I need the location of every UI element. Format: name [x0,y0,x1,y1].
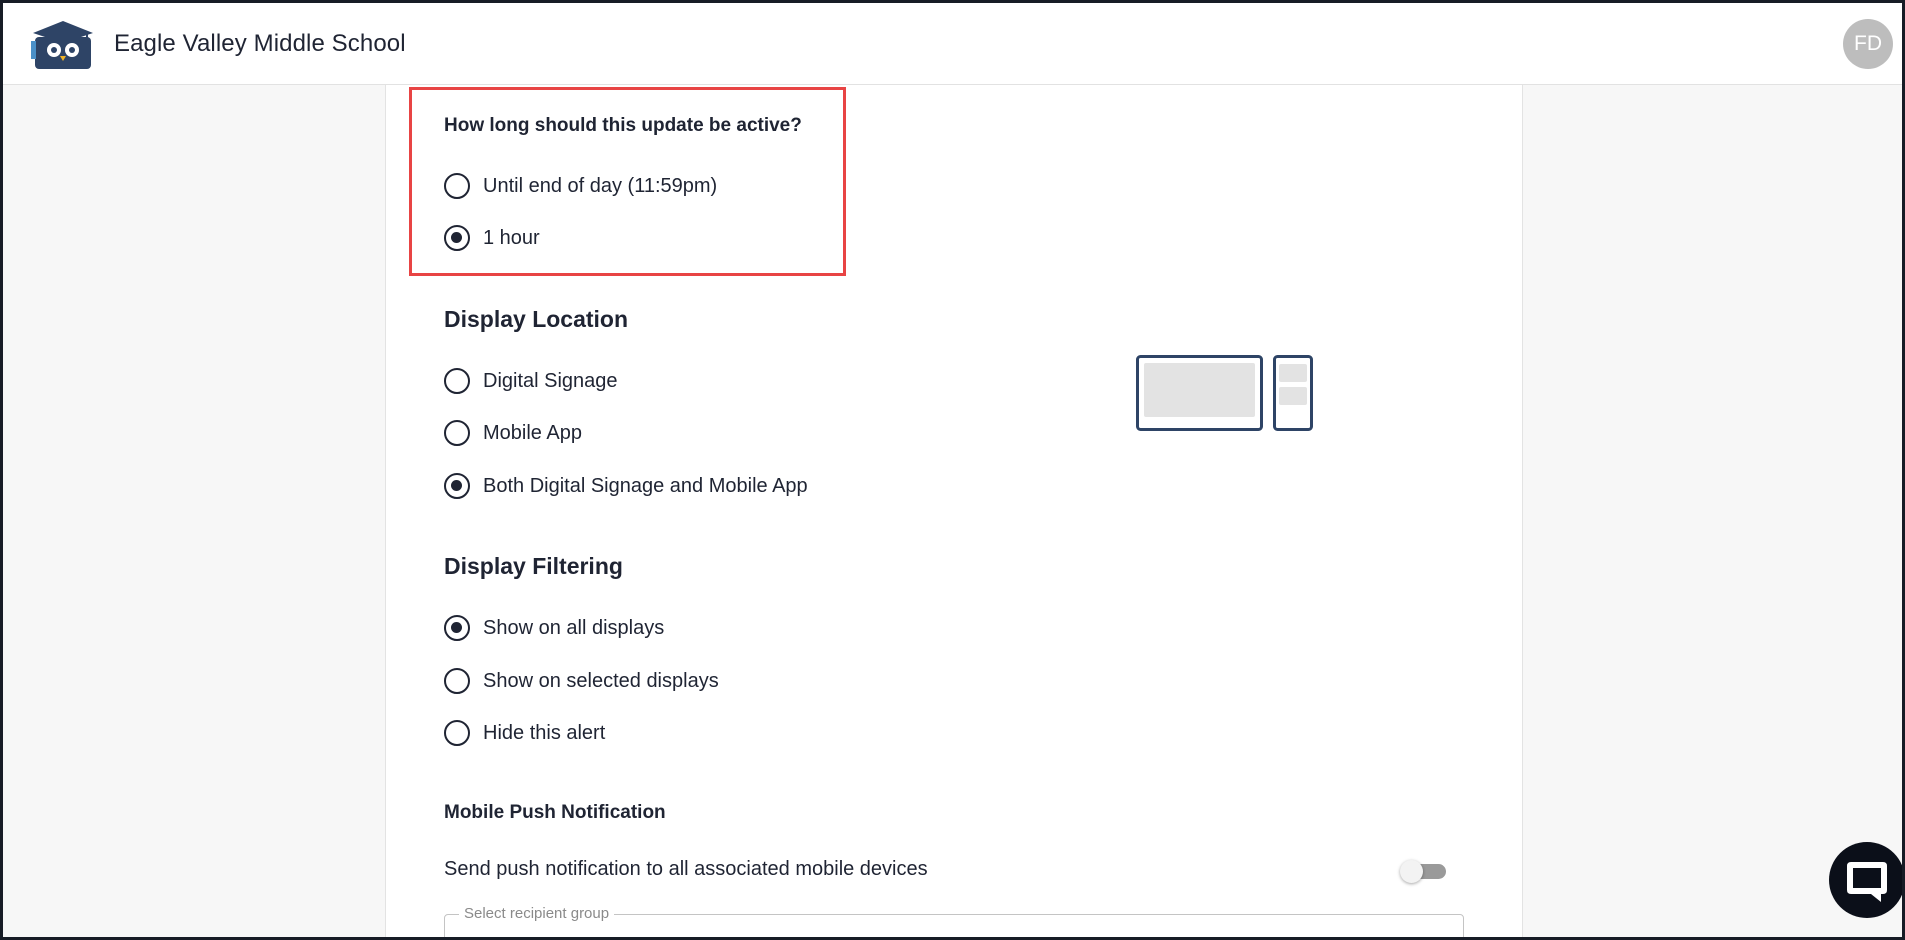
radio-label: Show on selected displays [483,669,719,692]
radio-button[interactable] [444,420,470,446]
chat-support-button[interactable] [1829,842,1905,918]
radio-button[interactable] [444,720,470,746]
duration-highlight-box [409,87,846,276]
push-notification-toggle[interactable] [1400,860,1450,883]
radio-label: Show on all displays [483,616,665,639]
location-option-both[interactable]: Both Digital Signage and Mobile App [444,471,808,501]
location-option-mobile-app[interactable]: Mobile App [444,418,582,448]
radio-label: Mobile App [483,421,582,444]
radio-button-selected[interactable] [444,473,470,499]
location-option-digital-signage[interactable]: Digital Signage [444,366,618,396]
radio-button[interactable] [444,668,470,694]
radio-label: Digital Signage [483,369,618,392]
recipient-group-label: Select recipient group [459,905,615,922]
signage-and-phone-illustration-icon [1136,355,1313,431]
filtering-option-selected-displays[interactable]: Show on selected displays [444,666,719,696]
toggle-knob[interactable] [1400,860,1423,883]
recipient-group-select[interactable]: Select recipient group [444,905,1464,940]
user-avatar[interactable]: FD [1843,19,1893,69]
school-name: Eagle Valley Middle School [114,30,406,57]
chat-bubble-icon [1847,862,1887,902]
school-owl-logo-icon[interactable] [31,19,95,71]
radio-label: Hide this alert [483,721,606,744]
top-bar: Eagle Valley Middle School FD [0,0,1905,85]
radio-button[interactable] [444,368,470,394]
radio-button-selected[interactable] [444,615,470,641]
display-location-title: Display Location [444,306,629,332]
push-notification-description: Send push notification to all associated… [444,858,928,880]
push-notification-title: Mobile Push Notification [444,802,666,823]
display-filtering-title: Display Filtering [444,553,623,579]
filtering-option-hide-alert[interactable]: Hide this alert [444,718,605,748]
filtering-option-all-displays[interactable]: Show on all displays [444,613,664,643]
radio-label: Both Digital Signage and Mobile App [483,474,808,497]
